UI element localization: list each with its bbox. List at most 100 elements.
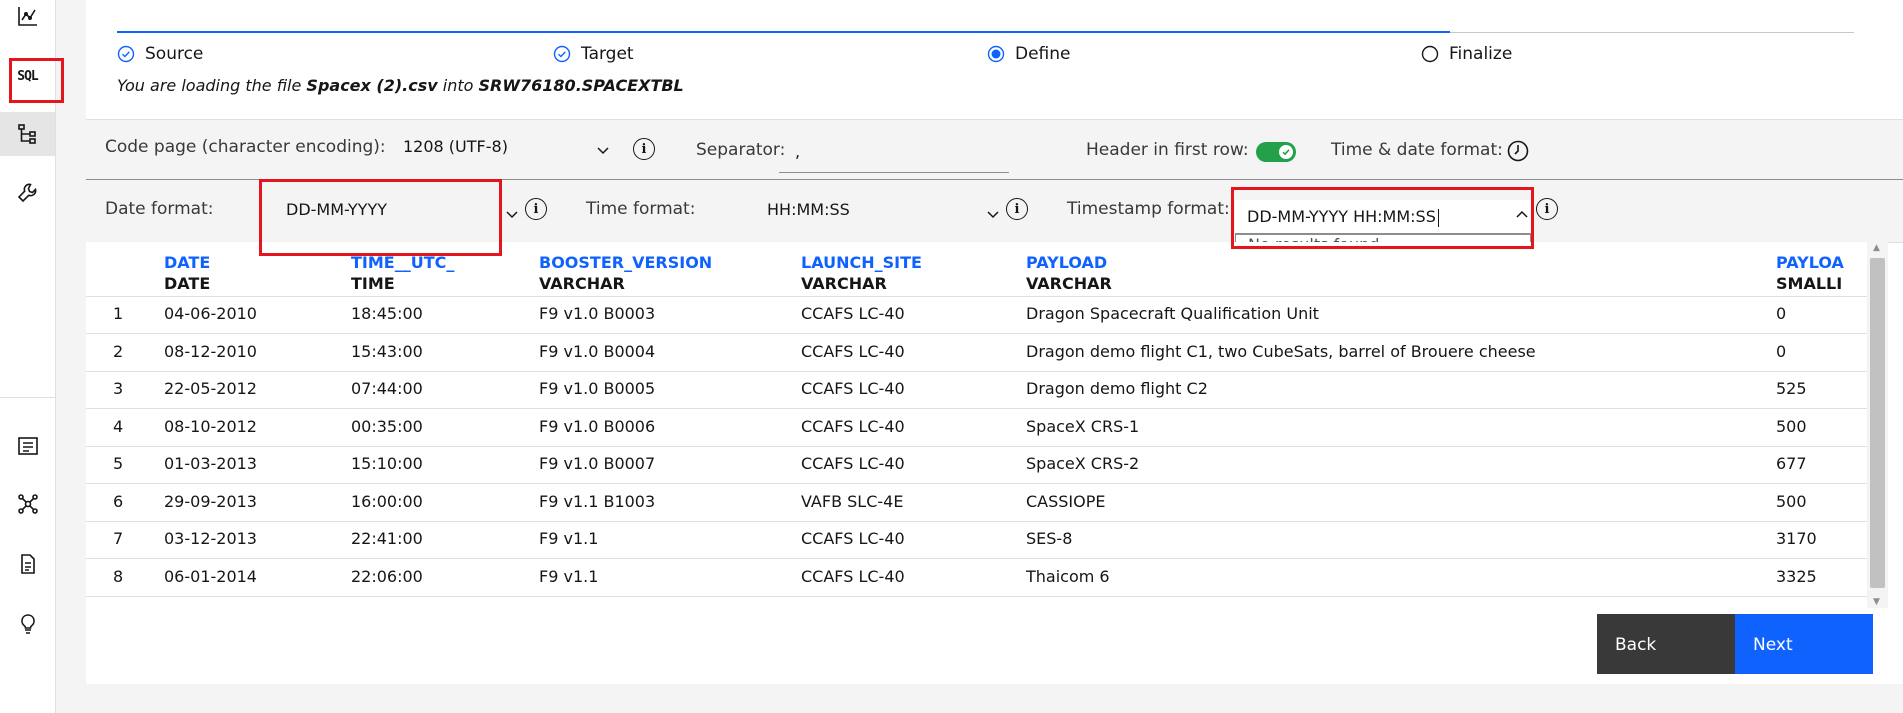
table-cell: 08-12-2010 xyxy=(164,341,257,361)
step-label: Source xyxy=(145,44,204,64)
current-step-icon xyxy=(987,45,1005,63)
date-format-select[interactable]: DD-MM-YYYY xyxy=(286,200,387,219)
table-row: 8 06-01-2014 22:06:00 F9 v1.1 CCAFS LC-40 Tha… xyxy=(86,559,1867,597)
network-icon[interactable] xyxy=(0,482,55,526)
chart-icon[interactable] xyxy=(0,0,55,38)
table-cell: CCAFS LC-40 xyxy=(801,454,905,473)
table-cell: 04-06-2010 xyxy=(164,304,257,323)
table-cell: F9 v1.0 B0005 xyxy=(539,379,656,398)
column-type: VARCHAR xyxy=(539,274,625,293)
lightbulb-icon[interactable] xyxy=(0,602,55,646)
settings-row-1: Code page (character encoding): 1208 (UT… xyxy=(86,119,1903,180)
timestamp-format-value: DD-MM-YYYY HH:MM:SS xyxy=(1247,207,1436,226)
progress-fill xyxy=(117,31,1450,33)
column-name: LAUNCH_SITE xyxy=(801,253,922,272)
table-cell: F9 v1.0 B0004 xyxy=(539,341,656,361)
table-cell: 08-10-2012 xyxy=(164,416,257,436)
step-define[interactable]: Define xyxy=(987,44,1071,64)
info-icon[interactable]: i xyxy=(525,198,547,220)
column-header: PAYLOAD VARCHAR xyxy=(1026,252,1112,294)
info-icon[interactable]: i xyxy=(1006,198,1028,220)
step-source[interactable]: Source xyxy=(117,44,203,64)
toggle-knob xyxy=(1279,145,1293,159)
table-cell: F9 v1.1 B1003 xyxy=(539,491,656,511)
table-cell: 03-12-2013 xyxy=(164,529,257,548)
table-cell: 525 xyxy=(1776,379,1807,398)
scrollbar-thumb[interactable] xyxy=(1870,258,1885,588)
table-cell: 07:44:00 xyxy=(351,379,423,398)
table-cell: 16:00:00 xyxy=(351,491,423,511)
table-row: 5 01-03-2013 15:10:00 F9 v1.0 B0007 CCAFS LC… xyxy=(86,446,1867,484)
table-cell: 0 xyxy=(1776,304,1787,323)
time-format-label: Time format: xyxy=(586,199,696,219)
scroll-down-arrow[interactable]: ▼ xyxy=(1873,597,1880,607)
table-cell: 3170 xyxy=(1776,529,1817,548)
chevron-down-icon[interactable] xyxy=(595,142,611,158)
loading-file-name: Spacex (2).csv xyxy=(306,76,438,95)
table-row: 7 03-12-2013 22:41:00 F9 v1.1 CCAFS LC-40 SES… xyxy=(86,521,1867,559)
text-cursor xyxy=(1437,208,1439,227)
table-cell: F9 v1.0 B0006 xyxy=(539,416,656,436)
loading-prefix: You are loading the file xyxy=(117,76,307,95)
console-icon[interactable] xyxy=(0,424,55,468)
table-cell: 00:35:00 xyxy=(351,416,423,436)
data-preview-table: DATE DATE TIME__UTC_ TIME BOOSTER_VERSION V… xyxy=(86,242,1867,608)
row-number: 7 xyxy=(113,529,124,548)
table-cell: SpaceX CRS-2 xyxy=(1026,454,1140,473)
chevron-down-icon[interactable] xyxy=(985,206,1001,222)
info-icon[interactable]: i xyxy=(633,138,655,160)
document-icon[interactable] xyxy=(0,542,55,586)
loading-middle: into xyxy=(437,76,479,95)
timestamp-format-label: Timestamp format: xyxy=(1067,199,1230,219)
clock-icon[interactable] xyxy=(1506,139,1530,163)
wrench-icon[interactable] xyxy=(0,171,55,215)
row-number: 3 xyxy=(113,379,124,398)
settings-row-2: Date format: DD-MM-YYYY i Time format: H… xyxy=(86,179,1903,266)
timestamp-format-input[interactable]: DD-MM-YYYY HH:MM:SS xyxy=(1235,200,1531,234)
step-label: Finalize xyxy=(1449,44,1513,64)
row-number: 2 xyxy=(113,341,124,361)
column-header: PAYLOA SMALLI xyxy=(1776,252,1844,294)
column-type: VARCHAR xyxy=(801,274,887,293)
sql-editor-icon[interactable]: SQL xyxy=(0,54,55,98)
header-row-toggle[interactable] xyxy=(1256,142,1296,162)
time-date-format-label: Time & date format: xyxy=(1331,140,1503,160)
column-name: PAYLOAD xyxy=(1026,253,1108,272)
column-type: SMALLI xyxy=(1776,274,1843,293)
checkmark-circle-icon xyxy=(553,45,571,63)
time-format-select[interactable]: HH:MM:SS xyxy=(767,200,850,219)
column-header: DATE DATE xyxy=(164,252,210,294)
checkmark-icon xyxy=(1282,149,1290,156)
table-cell: CCAFS LC-40 xyxy=(801,566,905,586)
column-header: LAUNCH_SITE VARCHAR xyxy=(801,252,922,294)
code-page-select[interactable]: 1208 (UTF-8) xyxy=(403,137,508,156)
step-target[interactable]: Target xyxy=(553,44,634,64)
chevron-up-icon[interactable] xyxy=(1514,207,1530,223)
empty-circle-icon xyxy=(1421,45,1439,63)
date-format-label: Date format: xyxy=(105,199,214,219)
step-finalize[interactable]: Finalize xyxy=(1421,44,1512,64)
column-type: VARCHAR xyxy=(1026,274,1112,293)
sql-label: SQL xyxy=(17,68,39,84)
next-button[interactable]: Next xyxy=(1735,614,1873,674)
row-number: 5 xyxy=(113,454,124,473)
loading-target-table: SRW76180.SPACEXTBL xyxy=(478,76,684,95)
table-row: 3 22-05-2012 07:44:00 F9 v1.0 B0005 CCAFS LC… xyxy=(86,371,1867,409)
table-cell: 15:10:00 xyxy=(351,454,423,473)
sidebar-divider xyxy=(0,397,55,398)
table-vertical-scrollbar[interactable]: ▲ ▼ xyxy=(1867,242,1888,608)
row-number: 6 xyxy=(113,491,124,511)
data-load-icon[interactable] xyxy=(0,112,55,156)
back-button[interactable]: Back xyxy=(1597,614,1735,674)
table-cell: 18:45:00 xyxy=(351,304,423,323)
column-name: PAYLOA xyxy=(1776,253,1844,272)
table-cell: F9 v1.0 B0003 xyxy=(539,304,656,323)
table-row: 6 29-09-2013 16:00:00 F9 v1.1 B1003 VAFB SLC… xyxy=(86,484,1867,522)
table-row: 4 08-10-2012 00:35:00 F9 v1.0 B0006 CCAFS LC… xyxy=(86,409,1867,447)
separator-input[interactable]: , xyxy=(779,135,1009,173)
table-cell: CCAFS LC-40 xyxy=(801,529,905,548)
table-cell: 15:43:00 xyxy=(351,341,423,361)
chevron-down-icon[interactable] xyxy=(504,206,520,222)
info-icon[interactable]: i xyxy=(1536,198,1558,220)
scroll-up-arrow[interactable]: ▲ xyxy=(1873,243,1880,253)
